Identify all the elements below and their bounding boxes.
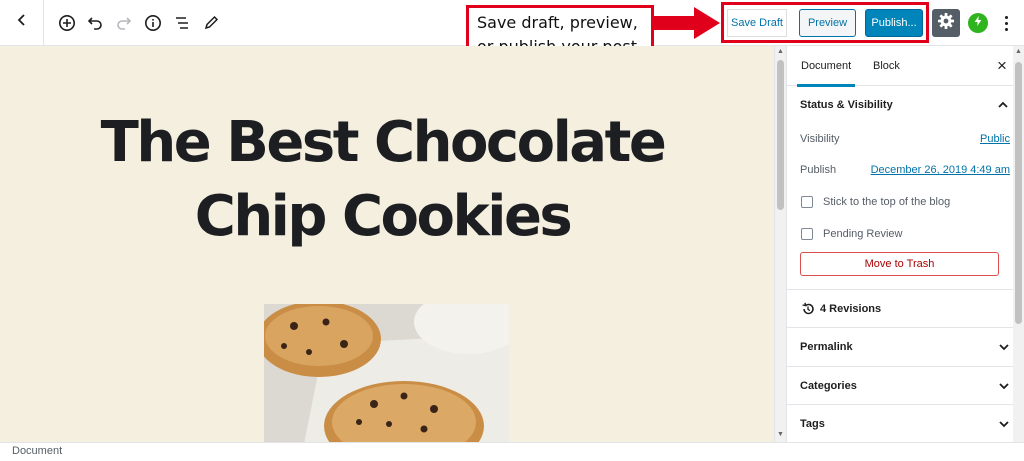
block-navigation-button[interactable] xyxy=(170,11,194,35)
permalink-panel-toggle[interactable]: Permalink xyxy=(787,328,1024,366)
pending-review-option[interactable]: Pending Review xyxy=(787,218,1024,250)
pending-review-checkbox[interactable] xyxy=(801,228,813,240)
categories-panel-toggle[interactable]: Categories xyxy=(787,367,1024,405)
info-icon xyxy=(144,14,162,32)
back-arrow-icon xyxy=(15,13,29,32)
pending-review-label: Pending Review xyxy=(823,228,903,240)
annotation-highlight-frame xyxy=(721,2,929,43)
breadcrumb[interactable]: Document xyxy=(12,445,62,457)
editor-toolbar: Save Draft Preview Publish... Save draft… xyxy=(0,0,1024,63)
chevron-down-icon xyxy=(999,421,1009,428)
block-navigation-icon xyxy=(173,14,191,32)
revisions-label: 4 Revisions xyxy=(820,303,882,315)
move-to-trash-button[interactable]: Move to Trash xyxy=(800,252,999,276)
sidebar-scroll-thumb[interactable] xyxy=(1015,62,1022,324)
block-breadcrumb-bar: Document xyxy=(0,442,1024,461)
chevron-up-icon xyxy=(998,101,1008,108)
panel-title: Categories xyxy=(800,380,857,392)
scroll-down-icon[interactable]: ▼ xyxy=(777,431,784,439)
more-options-icon xyxy=(1004,15,1008,31)
visibility-row: Visibility Public xyxy=(787,124,1024,155)
annotation-arrow-icon xyxy=(654,6,720,40)
sidebar-tabs: Document Block × xyxy=(787,46,1024,87)
settings-button[interactable] xyxy=(932,9,960,37)
editor-scrollbar[interactable]: ▲ ▼ xyxy=(774,46,786,442)
close-icon: × xyxy=(997,56,1007,75)
panel-title: Tags xyxy=(800,418,825,430)
scroll-up-icon[interactable]: ▲ xyxy=(777,48,784,56)
sidebar-scrollbar[interactable]: ▲ xyxy=(1013,46,1024,442)
tags-panel-toggle[interactable]: Tags xyxy=(787,405,1024,442)
gear-icon xyxy=(937,12,955,35)
tab-block[interactable]: Block xyxy=(873,46,900,86)
undo-button[interactable] xyxy=(83,11,107,35)
panel-title: Permalink xyxy=(800,341,853,353)
jetpack-icon xyxy=(972,14,984,32)
edit-tools-icon xyxy=(202,14,220,32)
revisions-link[interactable]: 4 Revisions xyxy=(787,290,1024,328)
publish-date-toggle[interactable]: December 26, 2019 4:49 am xyxy=(871,155,1010,186)
back-button[interactable] xyxy=(0,0,44,45)
tab-document[interactable]: Document xyxy=(796,46,856,87)
cookie-image[interactable] xyxy=(264,304,509,442)
publish-date-row: Publish December 26, 2019 4:49 am xyxy=(787,155,1024,186)
redo-icon xyxy=(115,14,133,32)
tools-button[interactable] xyxy=(199,11,223,35)
revisions-icon xyxy=(802,302,814,315)
sticky-checkbox[interactable] xyxy=(801,196,813,208)
jetpack-button[interactable] xyxy=(968,13,988,33)
publish-label: Publish xyxy=(800,164,837,176)
editor-canvas[interactable]: The Best Chocolate Chip Cookies xyxy=(0,46,774,442)
chevron-down-icon xyxy=(999,383,1009,390)
settings-sidebar: Document Block × Status & Visibility Vis… xyxy=(786,46,1024,442)
add-block-button[interactable] xyxy=(55,11,79,35)
post-title[interactable]: The Best Chocolate Chip Cookies xyxy=(40,106,725,254)
sticky-label: Stick to the top of the blog xyxy=(823,196,951,208)
close-sidebar-button[interactable]: × xyxy=(992,56,1012,76)
undo-icon xyxy=(86,14,104,32)
add-block-icon xyxy=(58,14,76,32)
editor-scroll-thumb[interactable] xyxy=(777,60,784,210)
visibility-label: Visibility xyxy=(800,133,840,145)
content-info-button[interactable] xyxy=(141,11,165,35)
chevron-down-icon xyxy=(999,344,1009,351)
panel-title: Status & Visibility xyxy=(800,99,893,111)
visibility-toggle[interactable]: Public xyxy=(980,124,1010,155)
status-visibility-panel-toggle[interactable]: Status & Visibility xyxy=(787,86,1024,124)
sticky-option[interactable]: Stick to the top of the blog xyxy=(787,186,1024,218)
more-options-button[interactable] xyxy=(998,11,1014,35)
scroll-up-icon[interactable]: ▲ xyxy=(1015,48,1022,55)
redo-button[interactable] xyxy=(112,11,136,35)
